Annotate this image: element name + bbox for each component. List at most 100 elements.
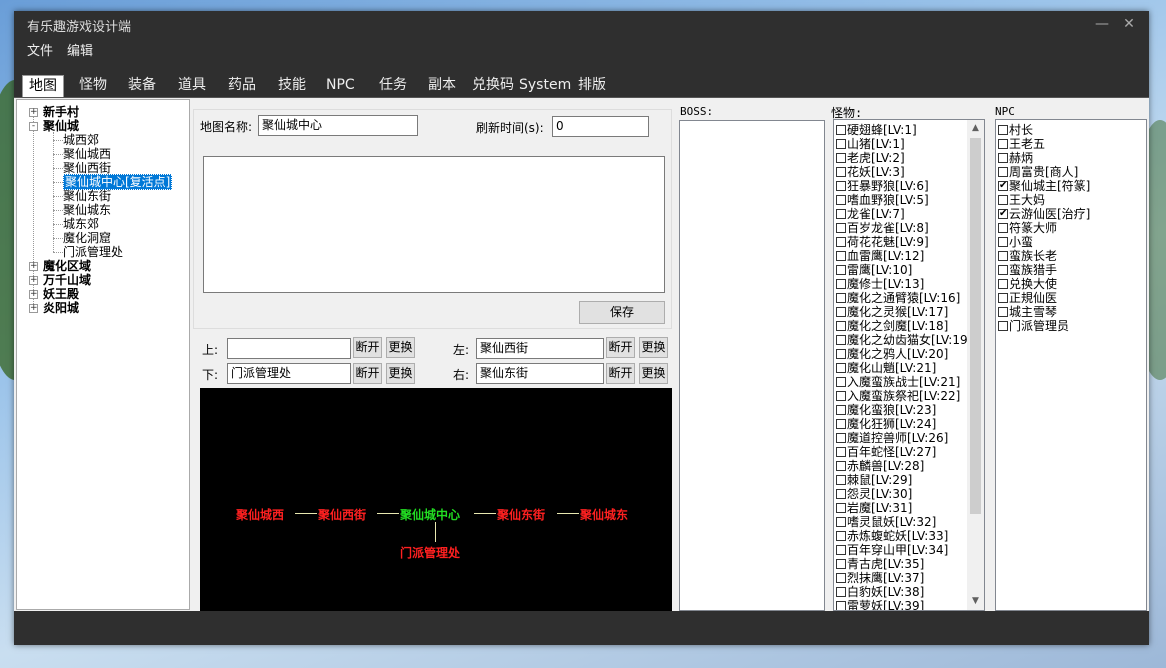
checkbox[interactable] (836, 545, 846, 555)
down-disconnect-button[interactable]: 断开 (353, 363, 382, 384)
menu-file[interactable]: 文件 (27, 40, 53, 59)
monster-checkbox-item[interactable]: 山猪[LV:1] (836, 137, 905, 151)
tree-map-item[interactable]: 聚仙西街 (63, 161, 111, 175)
monster-checkbox-item[interactable]: 赤炼蝮蛇妖[LV:33] (836, 529, 948, 543)
checkbox[interactable] (836, 391, 846, 401)
tree-map-item[interactable]: 门派管理处 (63, 245, 123, 259)
boss-list[interactable] (679, 120, 825, 611)
tree-map-item[interactable]: 城西郊 (63, 133, 99, 147)
checkbox[interactable] (836, 447, 846, 457)
monster-checkbox-item[interactable]: 百年穿山甲[LV:34] (836, 543, 948, 557)
monster-checkbox-item[interactable]: 入魔蛮族祭祀[LV:22] (836, 389, 960, 403)
checkbox[interactable] (998, 167, 1008, 177)
npc-checkbox-item[interactable]: 符篆大师 (998, 221, 1057, 235)
tree-map-item[interactable]: 聚仙城东 (63, 203, 111, 217)
checkbox[interactable] (836, 293, 846, 303)
right-replace-button[interactable]: 更换 (639, 363, 668, 384)
up-replace-button[interactable]: 更换 (386, 337, 415, 358)
npc-checkbox-item[interactable]: 赫炳 (998, 151, 1033, 165)
npc-checkbox-item[interactable]: 聚仙城主[符篆] (998, 179, 1090, 193)
npc-checkbox-item[interactable]: 城主雪琴 (998, 305, 1057, 319)
checkbox[interactable] (836, 237, 846, 247)
checkbox[interactable] (836, 335, 846, 345)
menu-edit[interactable]: 编辑 (67, 40, 93, 59)
tab-map[interactable]: 地图 (22, 75, 64, 97)
checkbox[interactable] (836, 349, 846, 359)
checkbox[interactable] (836, 461, 846, 471)
tree-expander[interactable]: + (29, 290, 38, 299)
down-replace-button[interactable]: 更换 (386, 363, 415, 384)
tree-expander[interactable]: + (29, 276, 38, 285)
left-disconnect-button[interactable]: 断开 (606, 337, 635, 358)
npc-checkbox-item[interactable]: 门派管理员 (998, 319, 1069, 333)
npc-checkbox-item[interactable]: 王老五 (998, 137, 1045, 151)
checkbox[interactable] (836, 223, 846, 233)
tree-map-item[interactable]: 魔化洞窟 (63, 231, 111, 245)
checkbox[interactable] (836, 181, 846, 191)
checkbox[interactable] (836, 489, 846, 499)
tree-region-yaowangdian[interactable]: 妖王殿 (43, 287, 79, 301)
monster-checkbox-item[interactable]: 血雷鹰[LV:12] (836, 249, 924, 263)
monster-checkbox-item[interactable]: 入魔蛮族战士[LV:21] (836, 375, 960, 389)
checkbox[interactable] (836, 559, 846, 569)
npc-checklist[interactable]: 村长王老五赫炳周富贵[商人]聚仙城主[符篆]王大妈云游仙医[治疗]符篆大师小蛮蛮… (995, 119, 1147, 611)
tab-quest[interactable]: 任务 (373, 75, 413, 97)
monster-checkbox-item[interactable]: 棘鼠[LV:29] (836, 473, 912, 487)
tree-expander[interactable]: - (29, 122, 38, 131)
monster-checkbox-item[interactable]: 荷花花魅[LV:9] (836, 235, 929, 249)
monster-checkbox-item[interactable]: 魔化之剑魔[LV:18] (836, 319, 948, 333)
tree-map-item-selected[interactable]: 聚仙城中心[复活点] (63, 174, 173, 190)
checkbox[interactable] (836, 531, 846, 541)
tree-expander[interactable]: + (29, 262, 38, 271)
checkbox[interactable] (836, 125, 846, 135)
checkbox[interactable] (836, 601, 846, 610)
monster-checkbox-item[interactable]: 雷鹰[LV:10] (836, 263, 912, 277)
tab-system[interactable]: System (513, 75, 577, 97)
checkbox[interactable] (836, 209, 846, 219)
tab-item[interactable]: 道具 (172, 75, 212, 97)
close-button[interactable]: ✕ (1119, 15, 1139, 33)
tab-potion[interactable]: 药品 (222, 75, 262, 97)
checkbox[interactable] (998, 251, 1008, 261)
checkbox[interactable] (836, 167, 846, 177)
tab-monster[interactable]: 怪物 (73, 75, 113, 97)
tree-region-juxiancheng[interactable]: 聚仙城 (43, 119, 79, 133)
checkbox[interactable] (836, 321, 846, 331)
monster-checkbox-item[interactable]: 岩魔[LV:31] (836, 501, 912, 515)
monster-checkbox-item[interactable]: 魔化之灵猴[LV:17] (836, 305, 948, 319)
checkbox[interactable] (836, 503, 846, 513)
tree-map-item[interactable]: 聚仙东街 (63, 189, 111, 203)
checkbox[interactable] (998, 153, 1008, 163)
checkbox[interactable] (836, 279, 846, 289)
checkbox[interactable] (998, 125, 1008, 135)
monster-checkbox-item[interactable]: 烈抹鹰[LV:37] (836, 571, 924, 585)
left-input[interactable]: 聚仙西街 (476, 338, 604, 359)
tab-layout[interactable]: 排版 (572, 75, 612, 97)
monster-checkbox-item[interactable]: 魔化之幼齿猫女[LV:19] (836, 333, 972, 347)
checkbox[interactable] (836, 307, 846, 317)
checkbox[interactable] (836, 153, 846, 163)
monster-checkbox-item[interactable]: 嗜血野狼[LV:5] (836, 193, 929, 207)
tab-dungeon[interactable]: 副本 (422, 75, 462, 97)
tree-expander[interactable]: + (29, 304, 38, 313)
tree-region-mohuaquyu[interactable]: 魔化区域 (43, 259, 91, 273)
checkbox-checked[interactable] (998, 179, 1008, 193)
refresh-time-input[interactable]: 0 (552, 116, 649, 137)
monster-checkbox-item[interactable]: 硬翅蜂[LV:1] (836, 123, 917, 137)
monster-checkbox-item[interactable]: 老虎[LV:2] (836, 151, 905, 165)
npc-checkbox-item[interactable]: 蛮族猎手 (998, 263, 1057, 277)
monster-checkbox-item[interactable]: 魔道控兽师[LV:26] (836, 431, 948, 445)
monster-checkbox-item[interactable]: 魔化之鸦人[LV:20] (836, 347, 948, 361)
tree-region-xinshoucun[interactable]: 新手村 (43, 105, 79, 119)
map-tree[interactable]: + 新手村 - 聚仙城 城西郊 聚仙城西 聚仙西街 聚仙城中心[复活点] 聚仙东… (16, 99, 190, 610)
monster-checkbox-item[interactable]: 魔化蛮狼[LV:23] (836, 403, 936, 417)
map-name-input[interactable]: 聚仙城中心 (258, 115, 418, 136)
scroll-up-icon[interactable]: ▲ (967, 120, 984, 137)
npc-checkbox-item[interactable]: 周富贵[商人] (998, 165, 1078, 179)
minimize-button[interactable]: — (1092, 15, 1112, 33)
tree-region-yanyangcheng[interactable]: 炎阳城 (43, 301, 79, 315)
monster-checkbox-item[interactable]: 魔化山魈[LV:21] (836, 361, 936, 375)
checkbox[interactable] (836, 363, 846, 373)
monster-checkbox-item[interactable]: 魔修士[LV:13] (836, 277, 924, 291)
checkbox[interactable] (998, 265, 1008, 275)
